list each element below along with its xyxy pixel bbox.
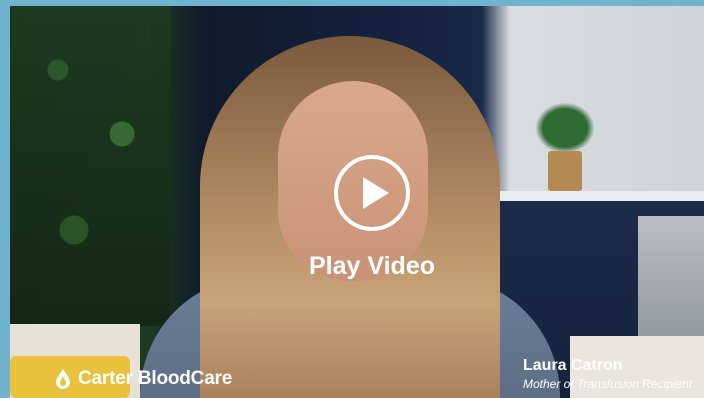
background-plants: [10, 6, 170, 326]
plant-pot: [548, 151, 582, 191]
speaker-caption: Laura Catron Mother of Transfusion Recip…: [523, 357, 692, 391]
oven: [638, 216, 704, 356]
video-frame: Play Video Carter BloodCare Laura Catron…: [0, 0, 704, 398]
blood-drop-icon: [56, 369, 70, 389]
play-video-label[interactable]: Play Video: [270, 252, 474, 281]
play-button[interactable]: [334, 155, 410, 231]
plant-leaves: [530, 98, 600, 158]
speaker-role: Mother of Transfusion Recipient: [523, 377, 693, 391]
carter-bloodcare-logo: Carter BloodCare: [54, 366, 232, 392]
video-player[interactable]: Play Video Carter BloodCare Laura Catron…: [10, 6, 704, 398]
brand-name: Carter BloodCare: [78, 368, 233, 389]
play-icon: [363, 177, 389, 209]
speaker-name: Laura Catron: [523, 357, 623, 374]
